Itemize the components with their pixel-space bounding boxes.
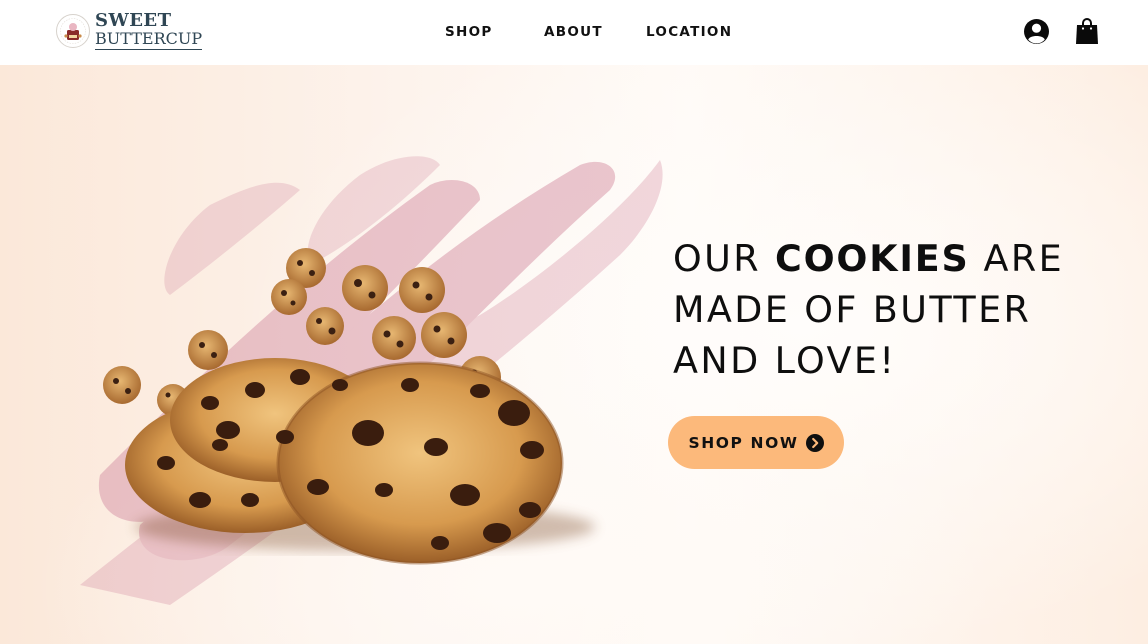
brand-name-line1: SWEET (95, 10, 172, 31)
nav-link-shop[interactable]: SHOP (445, 24, 493, 40)
headline-emphasis: COOKIES (775, 237, 970, 280)
bakery-emblem-icon (56, 14, 90, 48)
headline-text-are: ARE (969, 237, 1065, 280)
headline-text-our: OUR (673, 237, 776, 280)
headline-line-3: AND LOVE! (673, 339, 897, 382)
chocolate-chip-cookies-image (80, 156, 663, 605)
chevron-right-circle-icon (805, 433, 824, 452)
account-button[interactable] (1023, 18, 1050, 45)
brand-name-line2: BUTTERCUP (95, 29, 203, 50)
cart-button[interactable] (1075, 17, 1099, 45)
shopping-bag-icon (1076, 18, 1098, 44)
hero-headline: OUR COOKIES ARE MADE OF BUTTER AND LOVE! (673, 233, 1064, 386)
user-circle-icon (1024, 19, 1049, 44)
brand-logo[interactable]: SWEET BUTTERCUP (55, 10, 203, 50)
site-header: SWEET BUTTERCUP SHOP ABOUT LOCATION (0, 0, 1148, 65)
hero-section: OUR COOKIES ARE MADE OF BUTTER AND LOVE!… (0, 65, 1148, 644)
shop-now-button[interactable]: SHOP NOW (668, 416, 844, 469)
headline-line-1: OUR COOKIES ARE (673, 233, 1064, 284)
nav-link-location[interactable]: LOCATION (646, 24, 732, 40)
shop-now-label: SHOP NOW (688, 433, 799, 452)
brand-wordmark: SWEET BUTTERCUP (95, 10, 203, 50)
nav-link-about[interactable]: ABOUT (544, 24, 603, 40)
headline-line-2: MADE OF BUTTER (673, 288, 1032, 331)
